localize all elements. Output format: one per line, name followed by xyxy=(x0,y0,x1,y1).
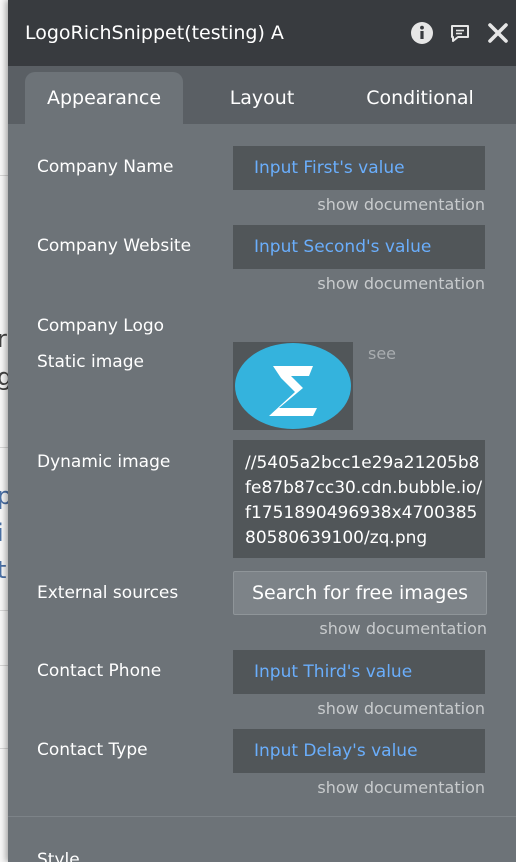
tab-layout[interactable]: Layout xyxy=(198,72,326,124)
section-divider xyxy=(8,816,516,817)
see-image-link[interactable]: see xyxy=(368,344,396,363)
background-text: i xyxy=(0,519,4,547)
contact-phone-doc-link[interactable]: show documentation xyxy=(317,699,485,718)
search-free-images-button[interactable]: Search for free images xyxy=(233,571,487,615)
property-editor-panel: LogoRichSnippet(testing) A Appearance La… xyxy=(8,0,516,862)
background-text: t xyxy=(0,556,7,584)
panel-titlebar: LogoRichSnippet(testing) A xyxy=(8,0,516,66)
tab-conditional[interactable]: Conditional xyxy=(338,72,502,124)
company-name-doc-link[interactable]: show documentation xyxy=(317,195,485,214)
company-logo-image xyxy=(235,343,351,429)
contact-type-doc-link[interactable]: show documentation xyxy=(317,778,485,797)
company-name-input[interactable]: Input First's value xyxy=(233,146,485,190)
style-label: Style xyxy=(37,850,80,862)
tab-bar: Appearance Layout Conditional xyxy=(8,66,516,124)
company-website-label: Company Website xyxy=(37,236,192,256)
static-image-picker[interactable] xyxy=(233,342,353,430)
info-icon[interactable] xyxy=(410,21,434,45)
contact-phone-input[interactable]: Input Third's value xyxy=(233,650,485,694)
panel-title: LogoRichSnippet(testing) A xyxy=(25,22,284,44)
static-image-label: Static image xyxy=(37,352,144,372)
tab-appearance[interactable]: Appearance xyxy=(25,72,183,124)
contact-type-input[interactable]: Input Delay's value xyxy=(233,729,485,773)
contact-phone-label: Contact Phone xyxy=(37,661,162,681)
company-website-doc-link[interactable]: show documentation xyxy=(317,274,485,293)
contact-type-label: Contact Type xyxy=(37,740,148,760)
appearance-content: Company Name Input First's value show do… xyxy=(8,124,516,862)
close-icon[interactable] xyxy=(486,21,510,45)
comment-icon[interactable] xyxy=(448,21,472,45)
company-name-label: Company Name xyxy=(37,157,174,177)
dynamic-image-input[interactable]: //5405a2bcc1e29a21205b8fe87b87cc30.cdn.b… xyxy=(233,440,485,558)
company-website-input[interactable]: Input Second's value xyxy=(233,225,485,269)
company-logo-label: Company Logo xyxy=(37,316,165,336)
external-sources-label: External sources xyxy=(37,583,179,603)
dynamic-image-label: Dynamic image xyxy=(37,452,171,472)
external-sources-doc-link[interactable]: show documentation xyxy=(319,619,487,638)
background-text: r xyxy=(0,325,7,353)
